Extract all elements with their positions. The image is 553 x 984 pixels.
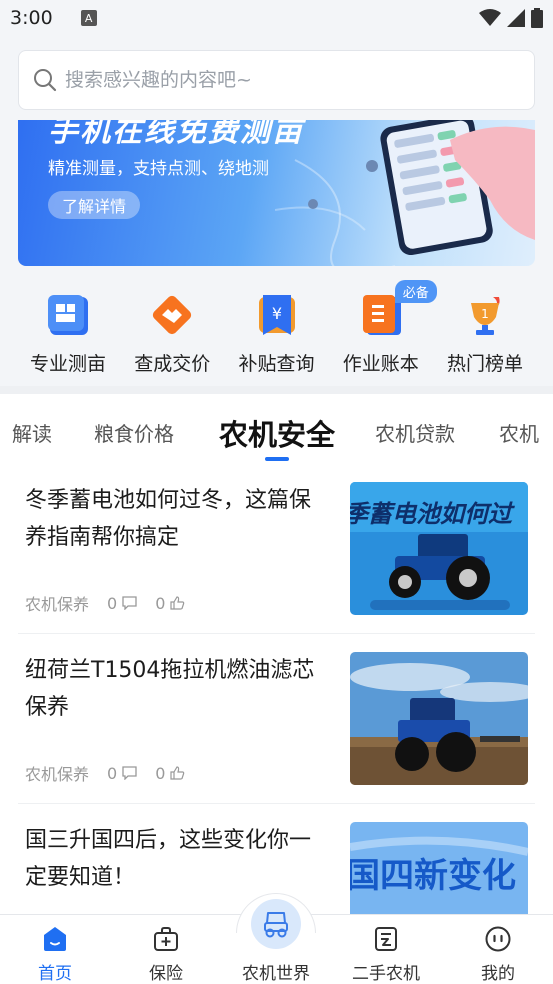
news-feed: 解读 粮食价格 农机安全 农机贷款 农机 冬季蓄电池如何过冬，这篇保养指南帮你搞… [0,394,553,955]
nav-label: 二手农机 [352,964,420,984]
status-bar: 3:00 A [0,0,553,36]
must-have-badge: 必备 [394,280,437,303]
bottom-navigation: 首页 保险 农机世界 二手农机 我的 [0,893,553,984]
search-icon [34,69,57,92]
svg-text:¥: ¥ [271,304,281,323]
quick-link-field-measure[interactable]: 专业测亩 [18,283,118,378]
quick-link-label: 作业账本 [342,353,419,375]
banner-subtitle: 精准测量，支持点测、绕地测 [48,159,269,179]
like-count: 0 [155,763,166,783]
insurance-bag-icon [154,927,178,951]
nav-label: 农机世界 [242,964,310,984]
notification-a-icon: A [80,10,97,26]
quick-link-label: 补贴查询 [238,353,315,375]
article-category: 农机保养 [25,595,90,614]
article-title: 冬季蓄电池如何过冬，这篇保养指南帮你搞定 [25,488,312,550]
comment-icon [122,596,137,610]
like-count: 0 [155,593,166,613]
quick-link-label: 专业测亩 [29,353,106,375]
comment-count: 0 [107,593,118,613]
thumbs-up-icon [170,596,185,610]
search-input[interactable] [65,69,505,91]
phone-map-illustration [275,120,535,266]
promo-banner[interactable]: 手机在线免费测亩 精准测量，支持点测、绕地测 了解详情 [18,120,535,266]
svg-text:1: 1 [481,307,489,321]
nav-machinery-world[interactable]: 农机世界 [226,915,326,984]
article-divider [18,803,535,804]
trophy-icon: 1 [471,297,500,335]
nav-label: 保险 [149,964,183,984]
category-tabs: 解读 粮食价格 农机安全 农机贷款 农机 [0,394,553,466]
nav-label: 首页 [38,964,72,984]
thumb-caption: 季蓄电池如何过 [350,500,515,528]
active-tab-indicator [265,457,289,461]
comment-stat: 0 [107,594,137,613]
wifi-icon [479,9,501,26]
secondhand-doc-icon [375,927,397,951]
tab-machinery-loan[interactable]: 农机贷款 [375,418,455,447]
quick-link-deal-price[interactable]: 查成交价 [122,283,222,378]
tab-machinery-safety[interactable]: 农机安全 [219,412,335,454]
like-stat: 0 [155,764,185,783]
like-stat: 0 [155,594,185,613]
tab-interpretation[interactable]: 解读 [12,418,52,447]
signal-icon [507,9,525,27]
nav-insurance[interactable]: 保险 [116,915,216,984]
banner-headline: 手机在线免费测亩 [48,120,304,149]
tab-grain-price[interactable]: 粮食价格 [94,418,174,447]
status-icons [479,8,543,28]
article-title: 国三升国四后，这些变化你一定要知道！ [25,828,312,890]
nav-home[interactable]: 首页 [5,915,105,984]
thumbs-up-icon [170,766,185,780]
handshake-icon [153,295,192,335]
profile-face-icon [485,926,511,952]
article-card[interactable]: 冬季蓄电池如何过冬，这篇保养指南帮你搞定 农机保养 0 0 季蓄电池如何过 [18,482,535,652]
field-measure-icon [48,295,88,335]
article-thumbnail: 季蓄电池如何过 [350,482,528,615]
status-time: 3:00 [10,7,53,29]
nav-label: 我的 [481,964,515,984]
article-card[interactable]: 纽荷兰T1504拖拉机燃油滤芯保养 农机保养 0 0 [18,652,535,822]
quick-links: 专业测亩 查成交价 ¥ 补贴查询 作业账本 必备 1 热门榜单 [18,280,535,378]
comment-count: 0 [107,763,118,783]
section-divider [0,386,553,394]
article-meta: 农机保养 0 0 [25,761,185,785]
banner-details-button[interactable]: 了解详情 [48,191,141,219]
article-category: 农机保养 [25,765,90,784]
nav-profile[interactable]: 我的 [448,915,548,984]
quick-link-label: 热门榜单 [446,353,523,375]
quick-link-hot-ranking[interactable]: 1 热门榜单 [435,283,535,378]
article-divider [18,633,535,634]
article-meta: 农机保养 0 0 [25,591,185,615]
article-title: 纽荷兰T1504拖拉机燃油滤芯保养 [25,658,315,720]
home-icon [44,927,66,951]
quick-link-label: 查成交价 [134,353,211,375]
comment-stat: 0 [107,764,137,783]
battery-icon [531,8,543,28]
tab-machinery[interactable]: 农机 [499,418,539,447]
yuan-bookmark-icon: ¥ [258,295,295,335]
quick-link-ledger[interactable]: 作业账本 必备 [331,280,437,378]
nav-secondhand[interactable]: 二手农机 [336,915,436,984]
comment-icon [122,766,137,780]
thumb-caption: 国四新变化 [350,856,516,896]
search-bar[interactable] [18,50,535,110]
quick-link-subsidy[interactable]: ¥ 补贴查询 [227,283,327,378]
article-thumbnail [350,652,528,785]
